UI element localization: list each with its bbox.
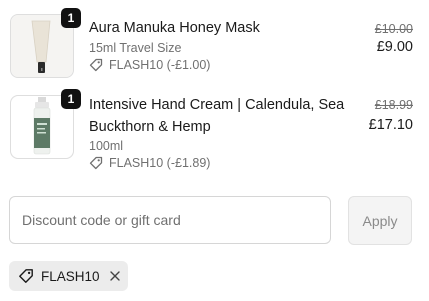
applied-discount-chip: FLASH10 bbox=[9, 261, 128, 291]
close-icon[interactable] bbox=[109, 270, 121, 282]
sale-price: £17.10 bbox=[368, 117, 413, 133]
product-title-line-1: Intensive Hand Cream | Calendula, Sea bbox=[89, 97, 345, 113]
product-thumbnail: 1 bbox=[10, 89, 81, 159]
compare-at-price: £18.99 bbox=[374, 98, 413, 112]
product-variant: 100ml bbox=[89, 139, 124, 153]
quantity-badge: 1 bbox=[61, 8, 81, 28]
tag-icon bbox=[89, 156, 103, 170]
apply-button[interactable]: Apply bbox=[348, 196, 412, 245]
product-title: Aura Manuka Honey Mask bbox=[89, 20, 260, 36]
line-discount: FLASH10 (-£1.89) bbox=[89, 156, 210, 170]
discount-code-input[interactable] bbox=[9, 196, 331, 244]
applied-discount-code: FLASH10 bbox=[41, 268, 100, 284]
line-discount-label: FLASH10 (-£1.00) bbox=[109, 58, 211, 72]
tag-icon bbox=[89, 58, 103, 72]
line-discount-label: FLASH10 (-£1.89) bbox=[109, 156, 211, 170]
line-discount: FLASH10 (-£1.00) bbox=[89, 58, 210, 72]
sale-price: £9.00 bbox=[376, 39, 413, 55]
tag-icon bbox=[18, 268, 34, 284]
compare-at-price: £10.00 bbox=[374, 22, 413, 36]
product-thumbnail: 1 bbox=[10, 8, 81, 78]
product-title-line-2: Buckthorn & Hemp bbox=[89, 119, 211, 135]
quantity-badge: 1 bbox=[61, 89, 81, 109]
product-variant: 15ml Travel Size bbox=[89, 41, 182, 55]
